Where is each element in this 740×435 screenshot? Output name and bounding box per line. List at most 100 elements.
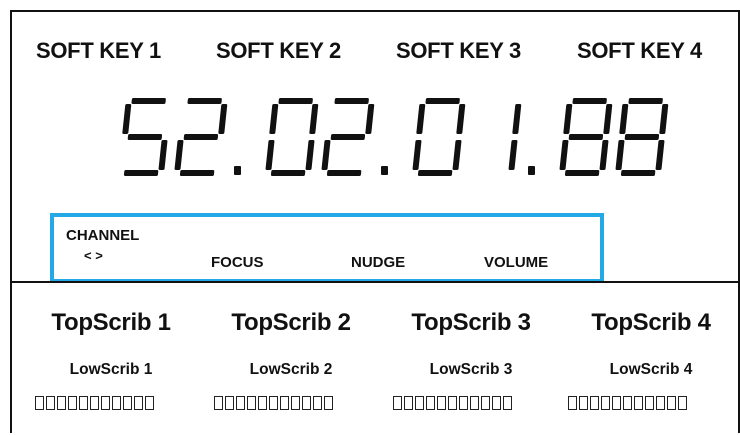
character-cell [393, 396, 402, 410]
lcd-digit-1 [122, 98, 168, 176]
segment-a [628, 98, 663, 104]
character-cell [112, 396, 121, 410]
channel-label[interactable]: CHANNEL [66, 227, 139, 244]
character-cell [258, 396, 267, 410]
character-cell [35, 396, 44, 410]
segment-b [218, 104, 228, 134]
character-cell [492, 396, 501, 410]
segment-c [305, 140, 315, 170]
track-strip-2: TopScrib 2 LowScrib 2 [200, 283, 382, 435]
segment-b [512, 104, 522, 134]
lcd-digit-8 [615, 98, 669, 176]
character-cell [481, 396, 490, 410]
lcd-digit-4 [321, 98, 375, 176]
decimal-point-3 [528, 166, 535, 175]
segment-f [619, 104, 629, 134]
segment-g [127, 134, 163, 140]
character-cell [291, 396, 300, 410]
character-cell [426, 396, 435, 410]
focus-label[interactable]: FOCUS [211, 254, 264, 271]
character-cell [601, 396, 610, 410]
low-scribble-2: LowScrib 2 [249, 361, 333, 378]
segment-a [334, 98, 369, 104]
character-cell [579, 396, 588, 410]
segment-e [412, 140, 422, 170]
low-scribble-3: LowScrib 3 [429, 361, 513, 378]
character-cell [302, 396, 311, 410]
segment-b [603, 104, 613, 134]
character-cell [280, 396, 289, 410]
segment-d [417, 170, 453, 176]
segment-f [563, 104, 573, 134]
character-cell [459, 396, 468, 410]
top-scribble-3: TopScrib 3 [411, 309, 531, 336]
lcd-digit-3 [265, 98, 319, 176]
character-cell [46, 396, 55, 410]
character-cell [678, 396, 687, 410]
character-cell [90, 396, 99, 410]
upper-display-section: SOFT KEY 1 SOFT KEY 2 SOFT KEY 3 SOFT KE… [10, 10, 740, 283]
segment-d [179, 170, 215, 176]
segment-c [158, 140, 168, 170]
character-cell [145, 396, 154, 410]
character-cell [634, 396, 643, 410]
character-cell [79, 396, 88, 410]
scribble-strip-section: TopScrib 1 LowScrib 1 TopScrib 2 LowScri… [10, 281, 740, 433]
segment-d [620, 170, 656, 176]
segment-d [326, 170, 362, 176]
segment-e [321, 140, 331, 170]
segment-a [187, 98, 222, 104]
decimal-point-1 [234, 166, 241, 175]
segment-d [123, 170, 159, 176]
segment-b [659, 104, 669, 134]
character-cell [269, 396, 278, 410]
segment-f [122, 104, 132, 134]
soft-key-1[interactable]: SOFT KEY 1 [36, 38, 161, 64]
character-cell [68, 396, 77, 410]
character-cell [134, 396, 143, 410]
segment-e [174, 140, 184, 170]
segment-c [599, 140, 609, 170]
control-surface-display: SOFT KEY 1 SOFT KEY 2 SOFT KEY 3 SOFT KE… [0, 0, 740, 433]
character-cell [225, 396, 234, 410]
lcd-digit-5 [412, 98, 466, 176]
segment-a [425, 98, 460, 104]
volume-label[interactable]: VOLUME [484, 254, 548, 271]
top-scribble-1: TopScrib 1 [51, 309, 171, 336]
character-cell [470, 396, 479, 410]
soft-key-4[interactable]: SOFT KEY 4 [577, 38, 702, 64]
segment-g [183, 134, 219, 140]
character-cell [448, 396, 457, 410]
character-cell [324, 396, 333, 410]
character-cell [236, 396, 245, 410]
soft-key-2[interactable]: SOFT KEY 2 [216, 38, 341, 64]
top-scribble-2: TopScrib 2 [231, 309, 351, 336]
segment-a [131, 98, 166, 104]
segment-c [508, 140, 518, 170]
character-cell [247, 396, 256, 410]
function-labels-box: CHANNEL < > FOCUS NUDGE VOLUME [50, 213, 604, 283]
character-cell [667, 396, 676, 410]
segment-d [270, 170, 306, 176]
character-cell [415, 396, 424, 410]
segment-c [452, 140, 462, 170]
segment-b [456, 104, 466, 134]
track-strip-3: TopScrib 3 LowScrib 3 [380, 283, 562, 435]
character-cell [612, 396, 621, 410]
segment-e [559, 140, 569, 170]
character-cells-2 [214, 396, 335, 410]
character-cell [590, 396, 599, 410]
character-cell [437, 396, 446, 410]
segment-g [624, 134, 660, 140]
character-cells-3 [393, 396, 514, 410]
channel-arrows-label[interactable]: < > [84, 248, 103, 263]
soft-key-3[interactable]: SOFT KEY 3 [396, 38, 521, 64]
character-cell [404, 396, 413, 410]
character-cell [568, 396, 577, 410]
segment-e [265, 140, 275, 170]
character-cells-4 [568, 396, 689, 410]
nudge-label[interactable]: NUDGE [351, 254, 405, 271]
segment-d [564, 170, 600, 176]
character-cell [656, 396, 665, 410]
lcd-digit-6 [508, 104, 522, 170]
